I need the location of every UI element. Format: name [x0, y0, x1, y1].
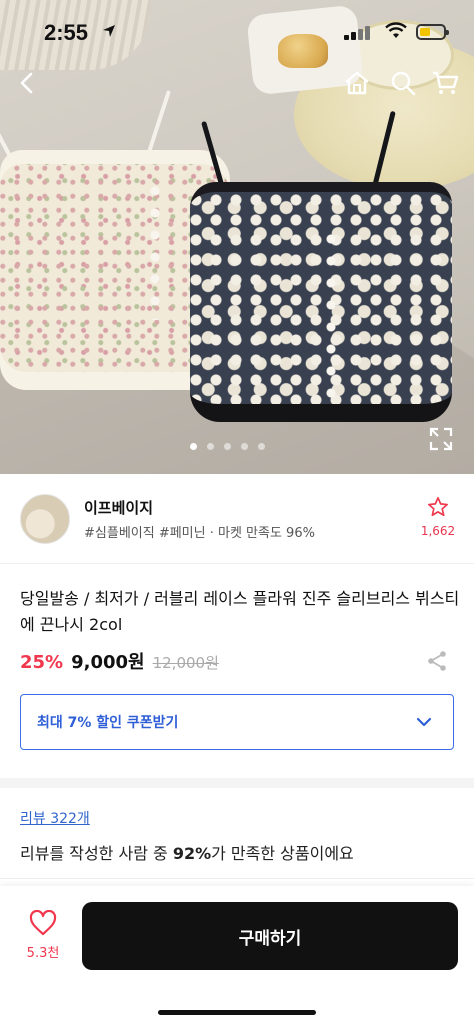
home-icon [345, 71, 369, 95]
pagination-dot[interactable] [258, 443, 265, 450]
expand-icon[interactable] [428, 426, 454, 452]
status-bar: 2:55 [0, 0, 474, 64]
cart-button[interactable] [428, 66, 462, 100]
bottom-action-bar: 5.3천 구매하기 [0, 886, 474, 1026]
review-count-link[interactable]: 리뷰 322개 [20, 808, 90, 828]
home-indicator [158, 1010, 316, 1015]
shop-favorite-button[interactable]: 1,662 [418, 496, 458, 538]
heart-icon [29, 909, 57, 936]
share-icon[interactable] [426, 650, 448, 672]
status-time: 2:55 [44, 20, 89, 45]
review-summary-prefix: 리뷰를 작성한 사람 중 [20, 844, 173, 863]
pagination-dot[interactable] [190, 443, 197, 450]
review-summary: 리뷰를 작성한 사람 중 92%가 만족한 상품이에요 [20, 840, 354, 864]
like-count: 5.3천 [26, 946, 60, 961]
cart-icon [433, 71, 459, 94]
wifi-icon [385, 22, 407, 38]
signal-icon [344, 26, 370, 40]
search-icon [391, 71, 416, 96]
chevron-left-icon [20, 72, 33, 94]
lace-top-photo [190, 182, 452, 422]
coupon-button[interactable]: 최대 7% 할인 쿠폰받기 [20, 694, 454, 750]
pagination-dot[interactable] [224, 443, 231, 450]
gallery-pagination [190, 443, 265, 450]
coupon-label: 최대 7% 할인 쿠폰받기 [37, 715, 179, 731]
sale-price: 9,000원 [71, 652, 145, 673]
back-button[interactable] [10, 66, 44, 100]
price-row: 25% 9,000원 12,000원 [20, 648, 219, 676]
pagination-dot[interactable] [207, 443, 214, 450]
home-button[interactable] [340, 66, 374, 100]
original-price: 12,000원 [152, 654, 219, 672]
shop-favorite-count: 1,662 [420, 524, 456, 538]
shop-avatar[interactable] [20, 494, 70, 544]
search-button[interactable] [386, 66, 420, 100]
like-button[interactable]: 5.3천 [18, 909, 68, 961]
buy-button[interactable]: 구매하기 [82, 902, 458, 970]
location-arrow-icon [103, 25, 115, 37]
battery-icon [416, 24, 449, 40]
review-summary-suffix: 가 만족한 상품이에요 [211, 844, 354, 863]
review-satisfaction-percent: 92% [172, 844, 212, 863]
pagination-dot[interactable] [241, 443, 248, 450]
shop-tags: #심플베이직 #페미닌 · 마켓 만족도 96% [84, 526, 315, 541]
chevron-down-icon [416, 717, 432, 727]
shop-info[interactable]: 이프베이지 #심플베이직 #페미닌 · 마켓 만족도 96% 1,662 [0, 474, 474, 564]
discount-rate: 25% [20, 652, 64, 673]
star-icon [428, 497, 448, 517]
shop-name[interactable]: 이프베이지 [84, 497, 153, 518]
product-title: 당일발송 / 최저가 / 러블리 레이스 플라워 진주 슬리브리스 뷔스티에 끈… [20, 589, 460, 634]
section-divider [0, 778, 474, 788]
